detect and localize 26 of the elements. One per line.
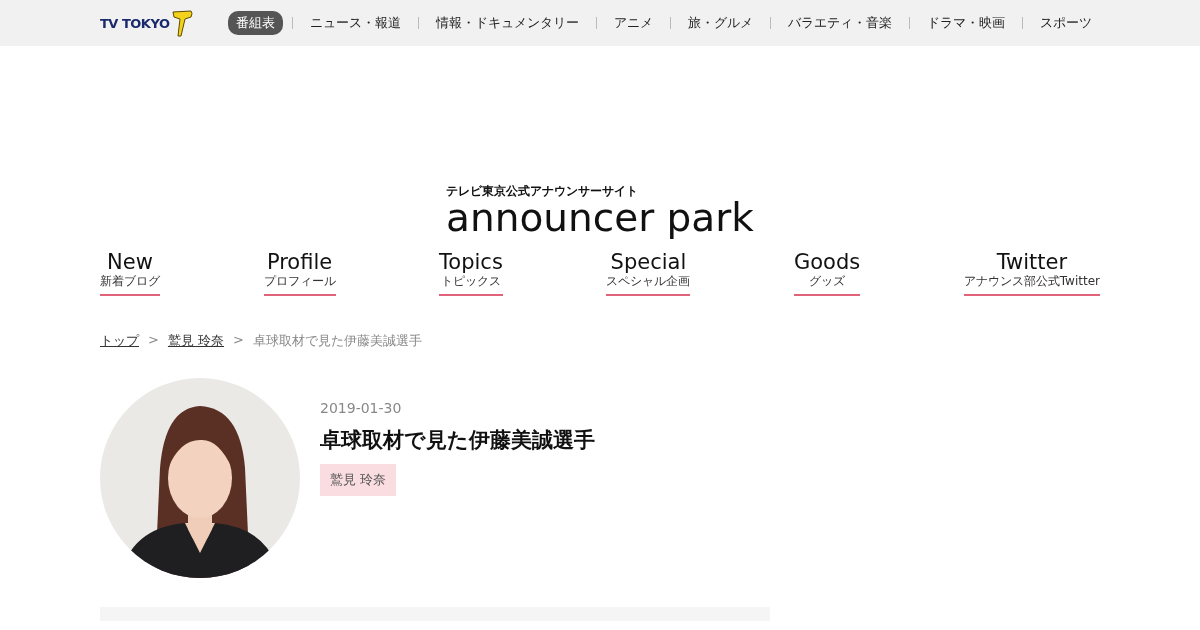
nav-tab[interactable]: Topics トピックス [439,250,503,296]
nav-tab[interactable]: Goods グッズ [793,250,861,296]
menu-link[interactable]: 情報・ドキュメンタリー [428,11,587,35]
menu-link[interactable]: ドラマ・映画 [919,11,1013,35]
menu-link[interactable]: スポーツ [1032,11,1100,35]
site-logo-text: announcer park [446,198,754,238]
menu-link[interactable]: ニュース・報道 [302,11,409,35]
nav-tab[interactable]: Special スペシャル企画 [606,250,691,296]
nav-tab[interactable]: Profile プロフィール [263,250,336,296]
breadcrumb-current: 卓球取材で見た伊藤美誠選手 [252,332,422,350]
post-date: 2019-01-30 [320,400,402,416]
breadcrumb-separator: > [148,332,159,349]
logo-text: TV TOKYO [100,15,170,31]
breadcrumb-separator: > [233,332,244,349]
nav-tab[interactable]: New 新着ブログ [100,250,160,296]
site-tagline: テレビ東京公式アナウンサーサイト [446,183,639,200]
breadcrumb-link[interactable]: トップ [100,332,139,350]
post-title: 卓球取材で見た伊藤美誠選手 [320,427,595,454]
nav-tab[interactable]: Twitter アナウンス部公式Twitter [963,250,1100,296]
menu-link[interactable]: アニメ [606,11,661,35]
author-tag[interactable]: 鷲見 玲奈 [320,464,397,496]
menu-link[interactable]: 番組表 [228,11,283,35]
mascot-icon [171,9,194,37]
breadcrumb-link[interactable]: 鷲見 玲奈 [167,332,225,350]
menu-link[interactable]: 旅・グルメ [680,11,761,35]
menu-link[interactable]: バラエティ・音楽 [780,11,900,35]
